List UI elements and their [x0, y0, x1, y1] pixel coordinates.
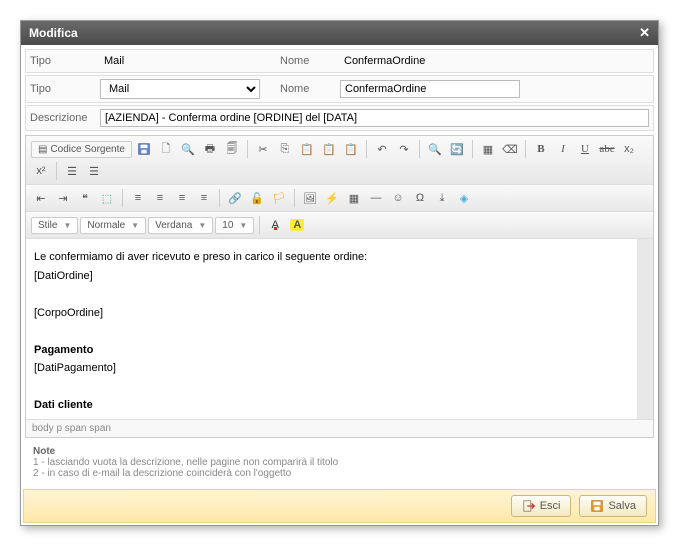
note-line-1: 1 - lasciando vuota la descrizione, nell…	[33, 457, 646, 468]
toolbar-row-3: Stile▼ Normale▼ Verdana▼ 10▼ A A	[26, 212, 653, 239]
outdent-icon[interactable]: ⇤	[31, 188, 51, 208]
edit-dialog: Modifica ✕ Tipo Mail Nome ConfermaOrdine…	[20, 20, 659, 526]
redo-icon[interactable]: ↷	[394, 139, 414, 159]
chevron-down-icon: ▼	[239, 221, 247, 230]
salva-button[interactable]: Salva	[579, 495, 647, 517]
textcolor-button[interactable]: A	[265, 215, 285, 235]
toolbar-row-2: ⇤ ⇥ ❝ ⬚ ≡ ≡ ≡ ≡ 🔗 🔓 🏳 🖼 ⚡ ▦ — ☺ Ω	[26, 185, 653, 212]
nome-input[interactable]	[340, 80, 520, 98]
strike-button[interactable]: abc	[597, 139, 617, 159]
blockquote-icon[interactable]: ❝	[75, 188, 95, 208]
descrizione-label: Descrizione	[30, 112, 100, 124]
superscript-button[interactable]: x²	[31, 161, 51, 181]
removeformat-icon[interactable]: ⌫	[500, 139, 520, 159]
smiley-icon[interactable]: ☺	[388, 188, 408, 208]
descrizione-input[interactable]	[100, 109, 649, 127]
esci-button[interactable]: Esci	[511, 495, 572, 517]
indent-icon[interactable]: ⇥	[53, 188, 73, 208]
bold-button[interactable]: B	[531, 139, 551, 159]
window-title: Modifica	[29, 26, 78, 40]
note-title: Note	[33, 446, 646, 457]
copy-icon[interactable]: ⎘	[275, 139, 295, 159]
selectall-icon[interactable]: ▦	[478, 139, 498, 159]
note-block: Note 1 - lasciando vuota la descrizione,…	[25, 442, 654, 483]
template-icon[interactable]: 🗐	[222, 139, 242, 159]
link-icon[interactable]: 🔗	[225, 188, 245, 208]
rich-text-editor: ▤Codice Sorgente 🗋 🔍 🖶 🗐 ✂ ⎘ 📋 📋 📋 ↶ ↷ 🔍…	[25, 135, 654, 438]
font-select[interactable]: Verdana▼	[148, 217, 213, 234]
edit-row-1: Tipo Mail Nome	[25, 75, 654, 103]
anchor-icon[interactable]: 🏳	[269, 188, 289, 208]
align-justify-icon[interactable]: ≡	[194, 188, 214, 208]
hr-icon[interactable]: —	[366, 188, 386, 208]
align-right-icon[interactable]: ≡	[172, 188, 192, 208]
table-icon[interactable]: ▦	[344, 188, 364, 208]
editor-content[interactable]: Le confermiamo di aver ricevuto e preso …	[26, 239, 653, 419]
source-button[interactable]: ▤Codice Sorgente	[31, 141, 132, 158]
nome-value: ConfermaOrdine	[340, 53, 649, 69]
tipo-label-2: Tipo	[30, 83, 100, 95]
specialchar-icon[interactable]: Ω	[410, 188, 430, 208]
size-select[interactable]: 10▼	[215, 217, 254, 234]
bgcolor-button[interactable]: A	[287, 215, 307, 235]
undo-icon[interactable]: ↶	[372, 139, 392, 159]
tipo-select[interactable]: Mail	[100, 79, 260, 99]
iframe-icon[interactable]: ◈	[454, 188, 474, 208]
underline-button[interactable]: U	[575, 139, 595, 159]
image-icon[interactable]: 🖼	[300, 188, 320, 208]
flash-icon[interactable]: ⚡	[322, 188, 342, 208]
paste-icon[interactable]: 📋	[297, 139, 317, 159]
replace-icon[interactable]: 🔄	[447, 139, 467, 159]
footer: Esci Salva	[23, 489, 656, 523]
paste-word-icon[interactable]: 📋	[341, 139, 361, 159]
source-icon: ▤	[38, 144, 47, 155]
cut-icon[interactable]: ✂	[253, 139, 273, 159]
div-icon[interactable]: ⬚	[97, 188, 117, 208]
edit-row-2: Descrizione	[25, 105, 654, 131]
save-icon	[590, 499, 604, 513]
element-path[interactable]: body p span span	[26, 419, 653, 437]
save-icon[interactable]	[134, 139, 154, 159]
pagebreak-icon[interactable]: ⤓	[432, 188, 452, 208]
exit-icon	[522, 499, 536, 513]
bullet-list-icon[interactable]: ☰	[84, 161, 104, 181]
nome-label-2: Nome	[280, 83, 340, 95]
chevron-down-icon: ▼	[131, 221, 139, 230]
nome-label: Nome	[280, 55, 340, 67]
align-center-icon[interactable]: ≡	[150, 188, 170, 208]
align-left-icon[interactable]: ≡	[128, 188, 148, 208]
newpage-icon[interactable]: 🗋	[156, 139, 176, 159]
readonly-row: Tipo Mail Nome ConfermaOrdine	[25, 49, 654, 73]
note-line-2: 2 - in caso di e-mail la descrizione coi…	[33, 468, 646, 479]
paste-text-icon[interactable]: 📋	[319, 139, 339, 159]
format-select[interactable]: Normale▼	[80, 217, 146, 234]
preview-icon[interactable]: 🔍	[178, 139, 198, 159]
numbered-list-icon[interactable]: ☰	[62, 161, 82, 181]
tipo-value: Mail	[100, 53, 280, 69]
subscript-button[interactable]: x₂	[619, 139, 639, 159]
italic-button[interactable]: I	[553, 139, 573, 159]
find-icon[interactable]: 🔍	[425, 139, 445, 159]
chevron-down-icon: ▼	[198, 221, 206, 230]
titlebar: Modifica ✕	[21, 21, 658, 45]
print-icon[interactable]: 🖶	[200, 139, 220, 159]
toolbar-row-1: ▤Codice Sorgente 🗋 🔍 🖶 🗐 ✂ ⎘ 📋 📋 📋 ↶ ↷ 🔍…	[26, 136, 653, 185]
unlink-icon[interactable]: 🔓	[247, 188, 267, 208]
close-icon[interactable]: ✕	[639, 25, 650, 41]
tipo-label: Tipo	[30, 55, 100, 67]
style-select[interactable]: Stile▼	[31, 217, 78, 234]
chevron-down-icon: ▼	[63, 221, 71, 230]
